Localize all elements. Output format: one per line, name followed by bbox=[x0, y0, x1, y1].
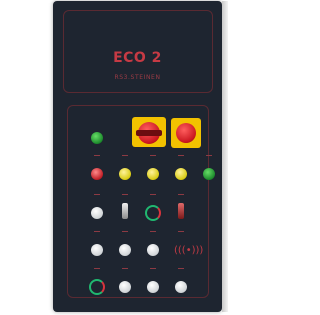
red-emergency-stop-switch[interactable] bbox=[132, 117, 166, 147]
white-button-3[interactable] bbox=[111, 228, 139, 260]
yellow-lamp-3 bbox=[167, 152, 195, 184]
yellow-lamp-2 bbox=[139, 152, 167, 184]
panel-subtitle: RS3.STEINEN bbox=[114, 74, 161, 81]
white-button-7[interactable] bbox=[167, 265, 195, 297]
green-start-button[interactable] bbox=[83, 116, 111, 148]
panel-title: ECO 2 bbox=[113, 50, 162, 66]
selector-switch-2[interactable] bbox=[167, 191, 195, 223]
estop2-knob[interactable] bbox=[176, 123, 196, 143]
panel-edge bbox=[222, 1, 228, 312]
white-button-4[interactable] bbox=[139, 228, 167, 260]
green-button[interactable] bbox=[91, 132, 103, 144]
horn-speaker: (((•))) bbox=[167, 228, 203, 260]
yellow-lamp-1 bbox=[111, 152, 139, 184]
mode-ring-dial[interactable] bbox=[139, 191, 167, 223]
eco2-control-panel: ECO 2 RS3.STEINEN (((•))) bbox=[53, 1, 222, 312]
selector-switch-1[interactable] bbox=[111, 191, 139, 223]
ring-dial-2[interactable] bbox=[83, 265, 111, 297]
green-lamp bbox=[195, 152, 223, 184]
white-button-2[interactable] bbox=[83, 228, 111, 260]
red-emergency-stop-button[interactable] bbox=[171, 118, 201, 148]
white-button-1[interactable] bbox=[83, 191, 111, 223]
white-button-6[interactable] bbox=[139, 265, 167, 297]
white-button-5[interactable] bbox=[111, 265, 139, 297]
estop-bar bbox=[136, 130, 162, 136]
red-indicator-1 bbox=[83, 152, 111, 184]
speaker-icon: (((•))) bbox=[174, 245, 204, 256]
